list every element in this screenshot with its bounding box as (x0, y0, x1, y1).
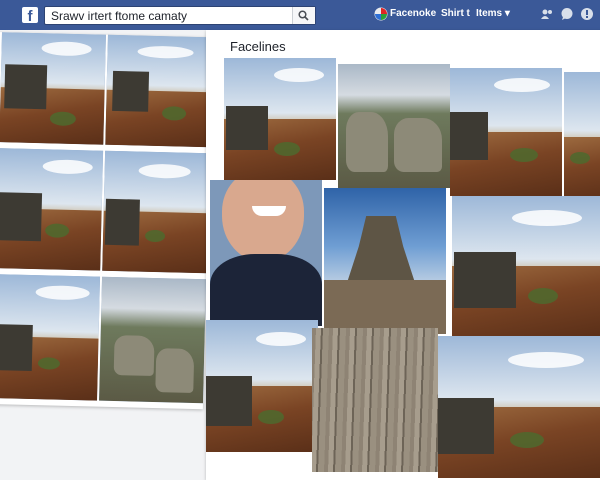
notifications-icon[interactable] (580, 7, 594, 21)
facelines-panel: Facelines (206, 30, 600, 480)
photo-thumbnail[interactable] (338, 64, 450, 188)
top-navigation-bar: f Srawv irtert ftome camaty Facenoke Shi… (0, 0, 600, 30)
photo-thumbnail[interactable] (312, 328, 438, 472)
nav-link-profile[interactable]: Facenoke (390, 8, 436, 19)
photo-thumbnail[interactable] (438, 336, 600, 478)
photo-thumbnail[interactable] (564, 72, 600, 202)
photo-thumbnail[interactable] (452, 196, 600, 336)
messages-icon[interactable] (560, 7, 574, 21)
photo-thumbnail[interactable] (450, 68, 562, 196)
photo-thumbnail[interactable] (224, 58, 336, 180)
profile-icon[interactable] (374, 7, 388, 21)
nav-link-items[interactable]: Items ▾ (476, 8, 510, 19)
photo-thumbnail[interactable] (206, 320, 318, 452)
photo-thumbnail[interactable] (99, 276, 207, 404)
search-query: Srawv irtert ftome camaty (51, 9, 188, 23)
nav-link-home[interactable]: Shirt t (441, 8, 470, 19)
facebook-logo-icon[interactable]: f (22, 7, 38, 23)
photo-thumbnail[interactable] (0, 148, 104, 271)
profile-photo[interactable] (210, 180, 322, 326)
panel-title: Facelines (230, 39, 286, 54)
search-button[interactable] (292, 7, 315, 24)
photo-thumbnail[interactable] (0, 274, 101, 401)
photo-thumbnail[interactable] (105, 34, 212, 148)
photo-grid-left (0, 32, 212, 410)
photo-thumbnail[interactable] (102, 150, 210, 274)
photo-thumbnail[interactable] (324, 188, 446, 334)
friends-icon[interactable] (540, 7, 554, 21)
photo-thumbnail[interactable] (0, 32, 106, 145)
search-input[interactable]: Srawv irtert ftome camaty (44, 6, 316, 25)
search-icon (298, 10, 309, 21)
